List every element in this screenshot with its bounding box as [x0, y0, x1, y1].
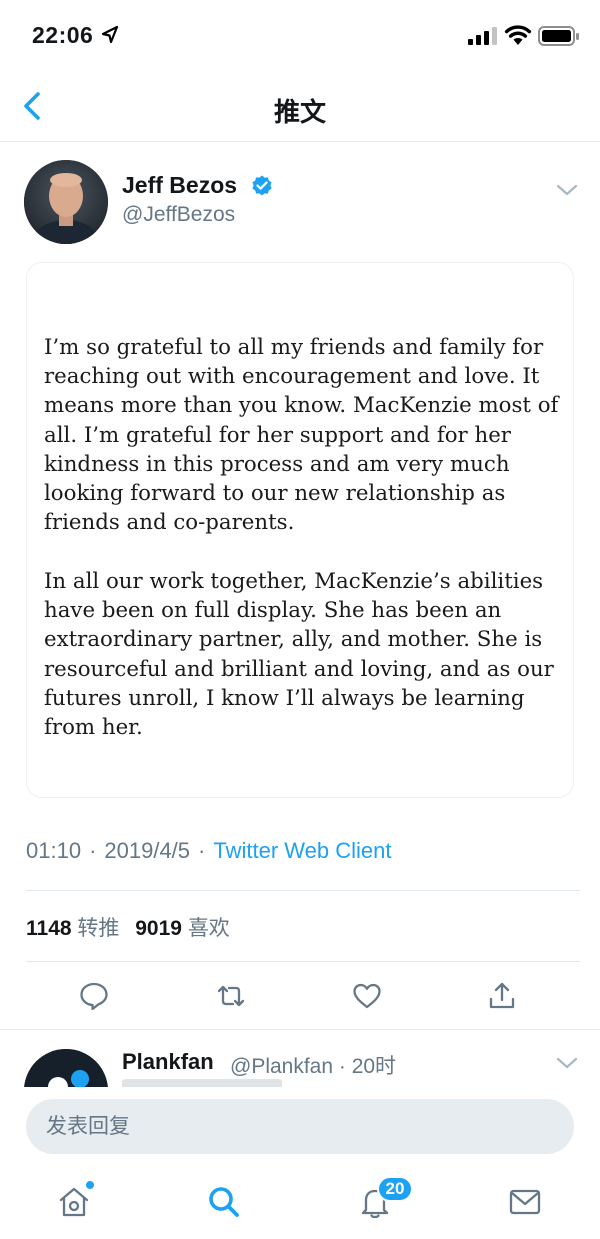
reply-author-name[interactable]: Plankfan — [122, 1049, 214, 1075]
like-count: 9019 — [135, 917, 182, 940]
reply-avatar-logo-icon — [24, 1049, 108, 1087]
meta-separator: · — [198, 838, 206, 863]
client-link[interactable]: Twitter Web Client — [213, 838, 391, 863]
home-unread-dot — [84, 1179, 96, 1191]
reply-author-handle: @Plankfan · 20时 — [230, 1055, 397, 1078]
letter-paragraph: In all our work together, MacKenzie’s ab… — [44, 569, 554, 741]
share-icon[interactable] — [486, 980, 518, 1012]
retweet-stat[interactable]: 1148 转推 — [26, 917, 119, 940]
reply-avatar[interactable] — [24, 1049, 108, 1087]
retweet-label: 转推 — [77, 917, 120, 940]
messages-envelope-icon[interactable] — [507, 1184, 543, 1220]
nav-bar: 推文 — [0, 70, 600, 142]
reply-preview[interactable]: Plankfan @Plankfan · 20时 — [0, 1031, 600, 1087]
status-time: 22:06 — [32, 22, 94, 48]
reply-input[interactable] — [26, 1099, 574, 1154]
retweet-icon[interactable] — [215, 980, 247, 1012]
wifi-icon — [504, 25, 532, 45]
like-stat[interactable]: 9019 喜欢 — [135, 917, 230, 940]
reply-icon[interactable] — [78, 980, 110, 1012]
chevron-down-icon[interactable] — [554, 1053, 580, 1073]
letter-paragraph: I’m so grateful to all my friends and fa… — [44, 335, 559, 536]
chevron-down-icon[interactable] — [554, 180, 580, 200]
battery-icon — [538, 26, 579, 46]
notification-count-badge: 20 — [377, 1176, 413, 1202]
author-name[interactable]: Jeff Bezos — [122, 172, 237, 199]
page-title: 推文 — [273, 97, 326, 127]
author-avatar[interactable] — [24, 160, 108, 244]
tweet-image[interactable]: I’m so grateful to all my friends and fa… — [26, 262, 574, 798]
avatar-portrait-icon — [24, 160, 108, 244]
like-label: 喜欢 — [187, 917, 230, 940]
divider — [26, 890, 580, 891]
reply-text-clipped — [122, 1079, 282, 1087]
tweet-meta: 01:10 · 2019/4/5 · Twitter Web Client — [26, 838, 391, 864]
search-icon[interactable] — [206, 1184, 242, 1220]
verified-badge-icon — [252, 175, 272, 196]
tweet-stats: 1148 转推 9019 喜欢 — [26, 912, 230, 942]
tweet-actions — [0, 962, 600, 1030]
meta-separator: · — [89, 838, 97, 863]
status-bar: 22:06 — [0, 0, 600, 70]
location-arrow-icon — [101, 25, 119, 44]
author-handle[interactable]: @JeffBezos — [122, 203, 235, 227]
tweet-date: 2019/4/5 — [104, 838, 191, 863]
tweet-time: 01:10 — [26, 838, 82, 863]
cellular-signal-icon — [468, 27, 497, 45]
like-heart-icon[interactable] — [351, 980, 383, 1012]
retweet-count: 1148 — [26, 917, 72, 940]
